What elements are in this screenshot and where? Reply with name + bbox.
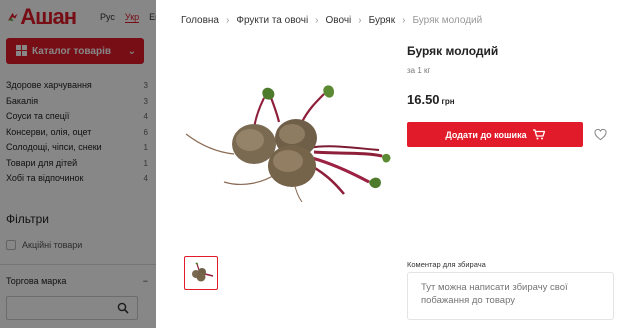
comment-label: Коментар для збирача [407, 260, 486, 269]
product-unit: за 1 кг [407, 66, 431, 75]
price-currency: грн [441, 97, 455, 106]
product-price: 16.50 грн [407, 92, 455, 107]
beetroot-image[interactable] [184, 82, 394, 202]
comment-field[interactable] [407, 272, 614, 320]
breadcrumb-vegetables[interactable]: Овочі [326, 15, 352, 26]
breadcrumb-current: Буряк молодий [412, 15, 483, 26]
chevron-right-icon: › [402, 15, 406, 26]
breadcrumb-fruits-vegetables[interactable]: Фрукти та овочі [236, 15, 308, 26]
breadcrumb-beetroot[interactable]: Буряк [369, 15, 395, 26]
product-title: Буряк молодий [407, 44, 499, 58]
chevron-right-icon: › [358, 15, 362, 26]
add-to-cart-label: Додати до кошика [445, 129, 527, 140]
chevron-right-icon: › [315, 15, 319, 26]
heart-icon[interactable] [594, 128, 607, 141]
breadcrumb: Головна › Фрукти та овочі › Овочі › Буря… [181, 15, 482, 26]
cart-icon [532, 129, 545, 140]
breadcrumb-home[interactable]: Головна [181, 15, 219, 26]
product-thumbnail[interactable] [184, 256, 218, 290]
add-to-cart-button[interactable]: Додати до кошика [407, 122, 583, 147]
product-modal: Головна › Фрукти та овочі › Овочі › Буря… [156, 0, 640, 328]
chevron-right-icon: › [226, 15, 230, 26]
beetroot-thumbnail-icon [192, 262, 214, 282]
price-value: 16.50 [407, 92, 440, 107]
